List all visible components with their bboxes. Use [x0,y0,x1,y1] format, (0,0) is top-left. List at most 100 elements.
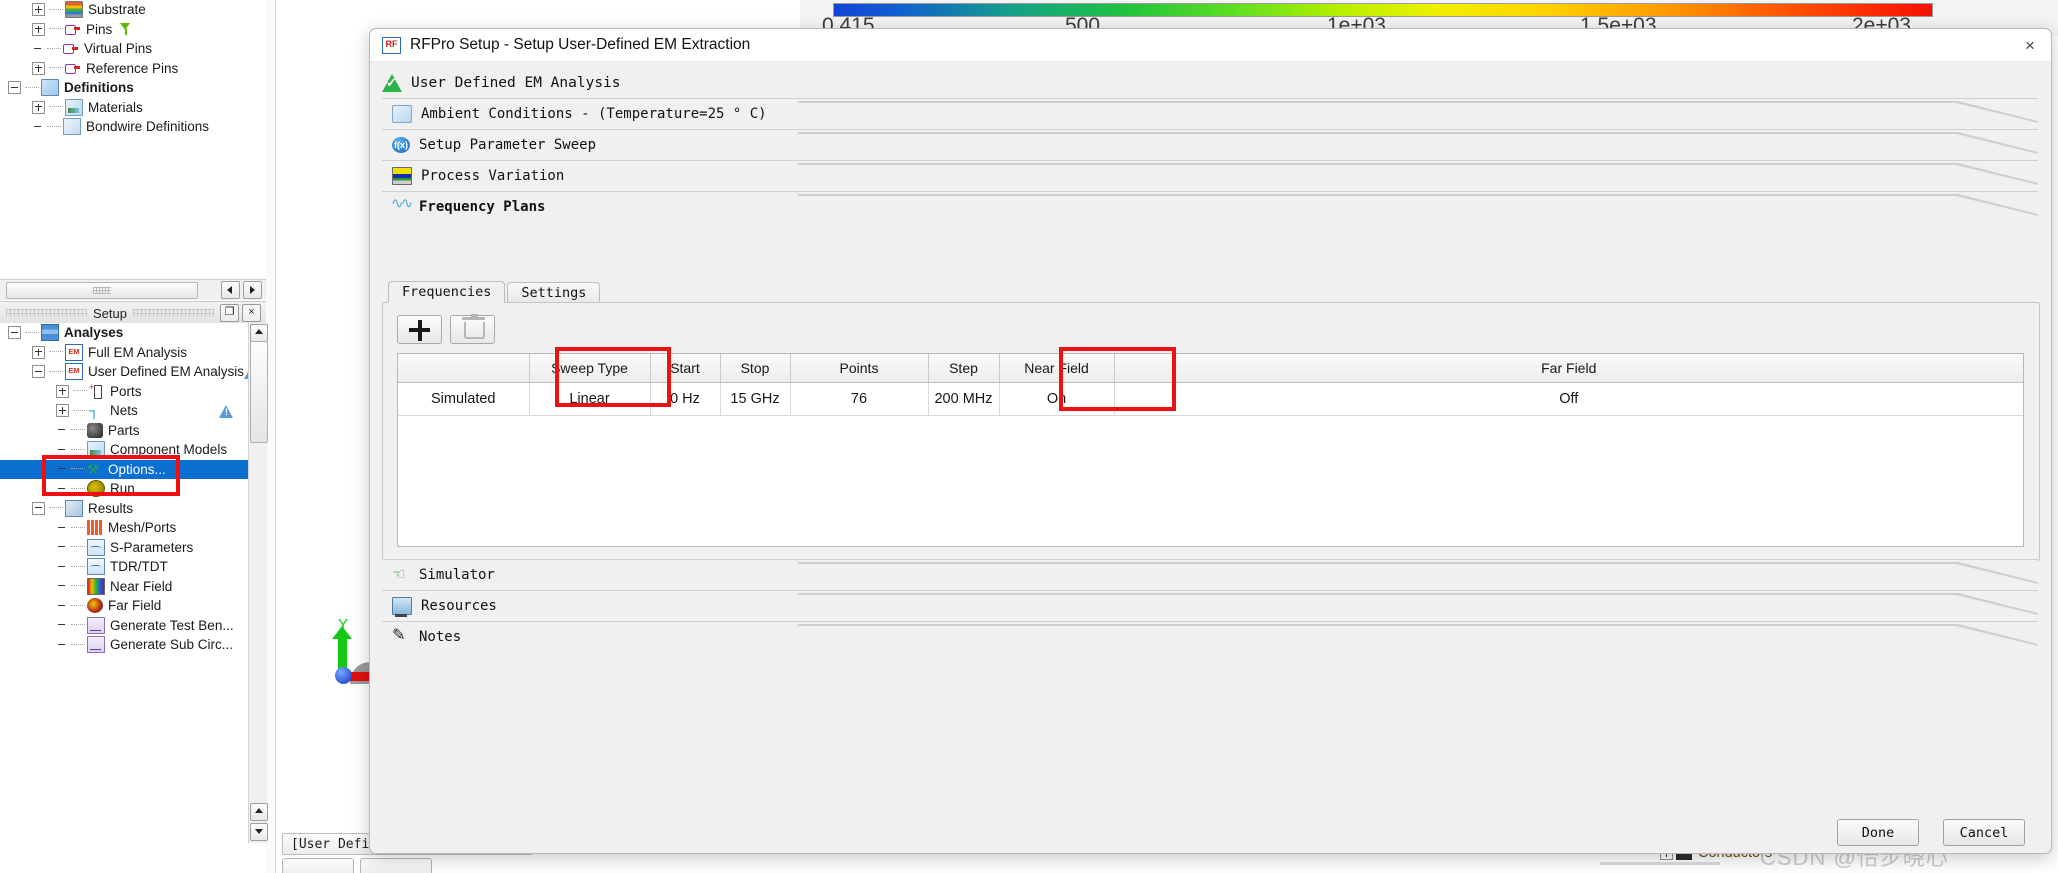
expander-icon[interactable] [32,100,45,114]
design-tree-item-reference-pins[interactable]: Reference Pins [0,59,266,79]
tree-leaf-marker [56,581,67,592]
setup-tree-item-generate-sub-circ[interactable]: Generate Sub Circ... [0,635,248,655]
vscroll-thumb[interactable] [250,341,268,443]
column-header-start[interactable]: Start [650,354,721,383]
section-process-variation[interactable]: Process Variation [382,160,2038,191]
column-header-near-field[interactable]: Near Field [999,354,1115,383]
setup-tree-item-generate-test-ben[interactable]: Generate Test Ben... [0,616,248,636]
column-header-stop[interactable]: Stop [720,354,791,383]
setup-tree-item-ports[interactable]: Ports [0,382,248,402]
delete-frequency-plan-button[interactable] [450,314,495,344]
close-icon[interactable]: × [2019,35,2041,57]
frequency-plan-table[interactable]: Sweep Type Start Stop Points Step Near F… [397,353,2024,547]
column-header-blank[interactable] [398,354,530,383]
expander-icon[interactable] [8,326,21,340]
cell-points[interactable]: 76 [790,382,929,416]
generate-subcircuit-icon [87,636,105,654]
design-tree-item-substrate[interactable]: Substrate [0,0,266,20]
setup-tree-item-full-em-analysis[interactable]: EM Full EM Analysis [0,343,248,363]
cell-start[interactable]: 0 Hz [650,382,721,416]
section-simulator[interactable]: ☜ Simulator [382,559,2038,590]
setup-tree-item-nets[interactable]: ┐ Nets [0,401,248,421]
hscroll-right-arrow-icon[interactable] [243,281,262,299]
setup-tree-item-far-field[interactable]: Far Field [0,596,248,616]
setup-tree-item-s-parameters[interactable]: S-Parameters [0,538,248,558]
section-setup-parameter-sweep[interactable]: f(x) Setup Parameter Sweep [382,129,2038,160]
ambient-conditions-icon [392,105,412,123]
tab-frequencies[interactable]: Frequencies [388,281,506,303]
hscroll-left-arrow-icon[interactable] [221,281,240,299]
simulator-icon: ☜ [392,566,406,583]
section-resources[interactable]: Resources [382,590,2038,621]
column-header-points[interactable]: Points [790,354,929,383]
column-header-far-field[interactable]: Far Field [1114,354,2023,383]
tab-settings[interactable]: Settings [507,282,601,303]
setup-tree-item-mesh-ports[interactable]: Mesh/Ports [0,518,248,538]
vscroll-up-arrow-icon[interactable] [250,324,268,342]
cell-stop[interactable]: 15 GHz [720,382,791,416]
tree-item-label: Virtual Pins [84,41,153,57]
viewport-bottom-tabs[interactable] [282,858,642,873]
design-tree-item-bondwire-definitions[interactable]: Bondwire Definitions [0,117,266,137]
tree-item-label: Mesh/Ports [108,520,177,536]
setup-tree-item-near-field[interactable]: Near Field [0,577,248,597]
design-tree-item-materials[interactable]: Materials [0,98,266,118]
done-button[interactable]: Done [1837,819,1919,846]
cell-sweep-type[interactable]: Linear [529,382,651,416]
expander-icon[interactable] [8,81,21,95]
cell-far-field[interactable]: Off [1114,382,2023,416]
expander-icon[interactable] [56,384,69,398]
expander-icon[interactable] [32,22,45,36]
tree-leaf-marker [56,444,67,455]
tree-item-label: Pins [86,21,113,37]
setup-panel-title: Setup [93,305,127,321]
cell-near-field[interactable]: On [999,382,1115,416]
viewport-tab-2[interactable] [360,858,432,873]
near-field-icon [87,577,105,595]
analysis-header: User Defined EM Analysis [382,70,621,96]
cell-plan-name[interactable]: Simulated [398,382,530,416]
add-frequency-plan-button[interactable] [397,315,442,344]
design-tree-item-pins[interactable]: Pins [0,20,266,40]
vscroll-down-arrow-icon[interactable] [250,823,268,841]
cancel-button[interactable]: Cancel [1943,819,2025,846]
cell-step[interactable]: 200 MHz [928,382,1000,416]
close-panel-icon[interactable]: × [242,304,262,322]
setup-tree-item-results[interactable]: Results [0,499,248,519]
tree-connector [49,351,63,353]
expander-icon[interactable] [32,501,45,515]
highlight-box-options [42,455,180,496]
design-tree-hscrollbar[interactable] [0,279,266,300]
vscroll-page-up-icon[interactable] [250,803,268,821]
setup-tree-item-parts[interactable]: Parts [0,421,248,441]
section-frequency-plans[interactable]: Frequency Plans [382,191,2038,222]
section-taper [798,101,2038,123]
design-tree-item-definitions[interactable]: Definitions [0,78,266,98]
table-row[interactable]: Simulated Linear 0 Hz 15 GHz 76 200 MHz … [398,382,2023,416]
rfpro-setup-dialog: RF RFPro Setup - Setup User-Defined EM E… [369,28,2052,854]
setup-tree-item-user-defined-em-analysis[interactable]: EM User Defined EM Analysis [0,362,248,382]
setup-tree-vscrollbar[interactable] [248,323,268,843]
design-tree-panel[interactable]: Substrate Pins Virtual Pins Reference Pins D… [0,0,266,285]
expander-icon[interactable] [32,61,45,75]
viewport-tab-1[interactable] [282,858,354,873]
setup-tree-panel[interactable]: Analyses EM Full EM Analysis EM User Defined… [0,323,248,843]
section-label: Resources [421,598,497,614]
column-header-step[interactable]: Step [928,354,1000,383]
section-notes[interactable]: Notes [382,621,2038,652]
tree-connector [49,106,63,108]
expander-icon[interactable] [32,345,45,359]
hscroll-thumb[interactable] [6,281,198,299]
expander-icon[interactable] [32,365,45,379]
frequency-plans-panel: Frequencies Settings Sweep Type Start St… [382,281,2040,561]
design-tree-item-virtual-pins[interactable]: Virtual Pins [0,39,266,59]
section-ambient-conditions[interactable]: Ambient Conditions - (Temperature=25 ° C… [382,98,2038,129]
setup-tree-item-analyses[interactable]: Analyses [0,323,248,343]
expander-icon[interactable] [56,404,69,418]
expander-icon[interactable] [32,3,45,17]
column-header-sweep-type[interactable]: Sweep Type [529,354,651,383]
restore-panel-icon[interactable]: ❐ [220,304,240,322]
tree-connector [25,86,39,89]
frequency-plans-tabs[interactable]: Frequencies Settings [388,281,602,303]
setup-tree-item-tdr-tdt[interactable]: TDR/TDT [0,557,248,577]
